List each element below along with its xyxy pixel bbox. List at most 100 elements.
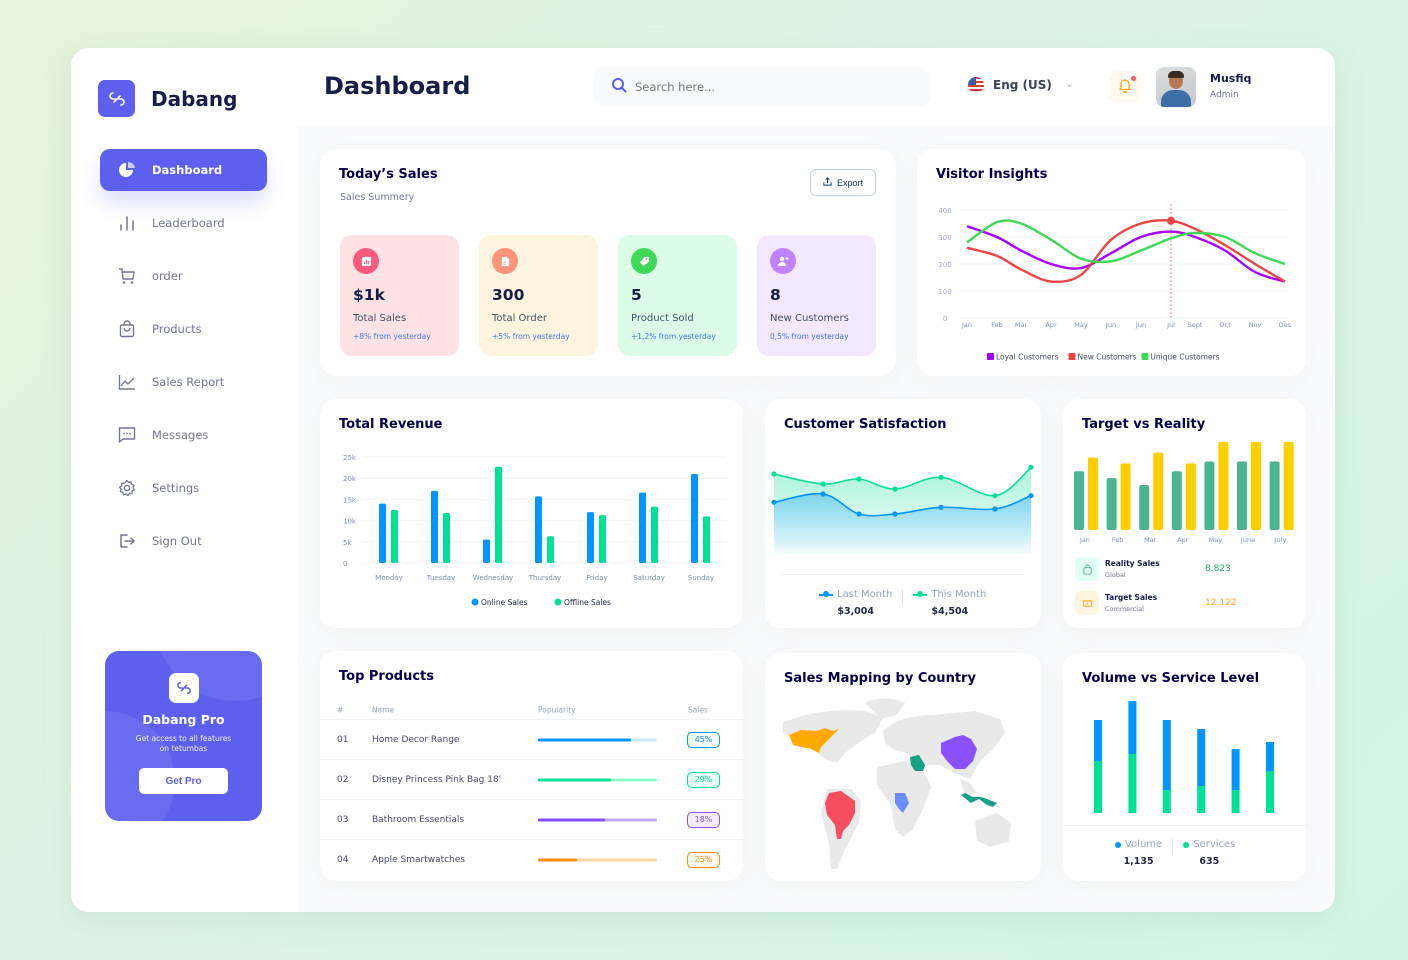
summary-label: Reality Sales [1105,559,1160,568]
legend-dot [1115,841,1121,848]
bar-online-sales [431,490,438,563]
stat-value: $1k [353,286,385,304]
language-selector[interactable]: Eng (US) ⌄ [968,77,1073,93]
pro-promo-card: Dabang Pro Get access to all features on… [105,651,262,821]
x-tick-label: Apr [1177,536,1189,544]
logo-icon [168,673,199,703]
volume-service-chart [1094,701,1274,813]
sidebar-item-label: Dashboard [152,163,223,177]
data-point [820,481,826,487]
x-tick-label: Jun [1105,321,1116,329]
bar-services [1231,790,1240,813]
sidebar-item-dashboard[interactable]: Dashboard [100,149,267,191]
data-point [856,511,862,517]
y-tick-label: 20k [343,475,357,483]
bar-offline-sales [495,466,502,563]
sidebar: Dabang Dashboard Leaderboard order Produ… [71,48,298,912]
logo-icon [98,80,135,117]
sidebar-item-order[interactable]: order [100,255,267,297]
data-point [771,499,777,505]
chart-icon [353,248,379,274]
card-title: Top Products [339,669,434,684]
table-row[interactable]: 04 Apple Smartwatches 25% [320,839,743,879]
popularity-bar [538,778,657,781]
summary-value: 12.122 [1205,598,1237,608]
stat-label: Product Sold [631,313,694,324]
x-tick-label: Saturday [633,574,665,582]
sidebar-item-products[interactable]: Products [100,308,267,350]
search-bar[interactable] [593,67,930,107]
volume-service-card: Volume vs Service Level Volume 1,135 Ser… [1063,653,1306,881]
bar-offline-sales [391,510,398,563]
notifications-button[interactable] [1109,71,1141,103]
x-tick-label: Jul [1166,321,1175,329]
bar-target-sales [1283,441,1294,530]
table-header: # Name Popularity Sales [320,701,743,718]
sidebar-item-label: order [152,269,183,283]
bar-online-sales [535,496,542,563]
legend-label: Volume [1125,839,1163,850]
sign-out-icon [118,532,136,550]
x-tick-label: Sunday [688,574,714,582]
legend-label: New Customers [1078,353,1137,362]
sidebar-item-sales-report[interactable]: Sales Report [100,361,267,403]
stat-change: 0,5% from yesterday [770,332,849,341]
y-tick-label: 0 [343,560,347,568]
bar-services [1162,790,1171,813]
x-tick-label: June [1240,536,1255,544]
bar-offline-sales [443,512,450,563]
bar-reality-sales [1171,471,1182,530]
legend-label: Services [1193,839,1236,850]
y-tick-label: 200 [938,261,951,269]
legend-label: Loyal Customers [996,353,1059,362]
gear-icon [118,479,136,497]
page-title: Dashboard [324,72,471,100]
sidebar-item-label: Sign Out [152,534,202,548]
stat-label: New Customers [770,313,849,324]
avatar[interactable] [1156,67,1196,107]
bar-services [1266,771,1274,813]
sidebar-item-settings[interactable]: Settings [100,467,267,509]
land-masses [783,698,1011,869]
services-total: Services 635 [1183,839,1235,867]
sidebar-item-sign-out[interactable]: Sign Out [100,520,267,562]
x-tick-label: Mar [1015,321,1028,329]
user-role: Admin [1210,90,1239,100]
summary-sub: Global [1105,571,1126,579]
line-legend-icon [913,591,928,597]
line-legend-icon [819,591,833,597]
satisfaction-summary: Last Month $3,004 This Month $4,504 [819,589,986,617]
summary-reality-sales: Reality Sales Global 8.823 [1075,557,1295,581]
x-tick-label: Jan [961,321,972,329]
column-header: Popularity [538,705,576,714]
bar-online-sales [691,473,698,563]
legend-label: Last Month [837,589,893,600]
bar-chart-icon [118,214,136,232]
logo[interactable]: Dabang [98,80,237,117]
last-month-summary: Last Month $3,004 [819,589,892,617]
table-row[interactable]: 01 Home Decor Range 45% [320,719,743,759]
bar-volume [1162,720,1171,790]
search-input[interactable] [635,80,895,94]
table-row[interactable]: 03 Bathroom Essentials 18% [320,799,743,839]
stat-card-total-sales: $1k Total Sales +8% from yesterday [340,235,459,356]
popularity-bar [538,858,657,861]
sidebar-item-messages[interactable]: Messages [100,414,267,456]
x-tick-label: Friday [586,574,607,582]
bar-reality-sales [1204,461,1215,530]
legend-dot [554,598,562,606]
app-window: Dabang Dashboard Leaderboard order Produ… [71,48,1335,912]
export-label: Export [836,177,863,188]
legend-label: Unique Customers [1150,353,1219,362]
get-pro-button[interactable]: Get Pro [139,768,228,794]
stat-card-new-customers: 8 New Customers 0,5% from yesterday [757,235,876,356]
notification-dot [1131,76,1136,81]
cart-icon [118,267,136,285]
column-header: # [337,705,344,714]
sidebar-item-leaderboard[interactable]: Leaderboard [100,202,267,244]
user-info[interactable]: Musfiq Admin [1210,72,1251,100]
stat-value: 5 [631,286,642,304]
product-name: Disney Princess Pink Bag 18' [372,774,502,785]
table-row[interactable]: 02 Disney Princess Pink Bag 18' 29% [320,759,743,799]
export-button[interactable]: Export [810,169,876,196]
